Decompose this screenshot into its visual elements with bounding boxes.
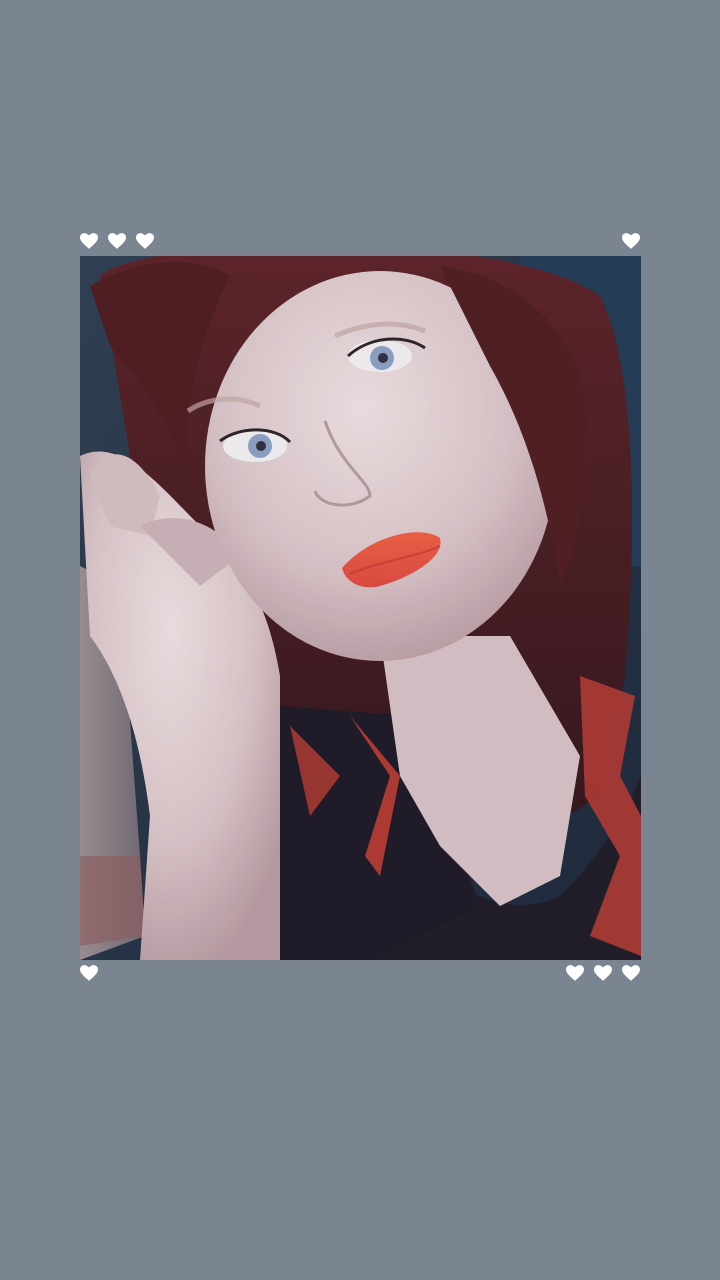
heart-group-top-right xyxy=(622,233,640,249)
heart-icon xyxy=(566,965,584,981)
heart-icon xyxy=(622,965,640,981)
heart-icon xyxy=(594,965,612,981)
portrait-illustration xyxy=(80,256,641,960)
heart-icon xyxy=(80,965,98,981)
heart-icon xyxy=(136,233,154,249)
heart-group-bottom-left xyxy=(80,965,98,981)
heart-group-top-left xyxy=(80,233,154,249)
heart-icon xyxy=(108,233,126,249)
heart-group-bottom-right xyxy=(566,965,640,981)
portrait-photo xyxy=(80,256,641,960)
heart-icon xyxy=(622,233,640,249)
story-page xyxy=(0,0,720,1280)
heart-icon xyxy=(80,233,98,249)
